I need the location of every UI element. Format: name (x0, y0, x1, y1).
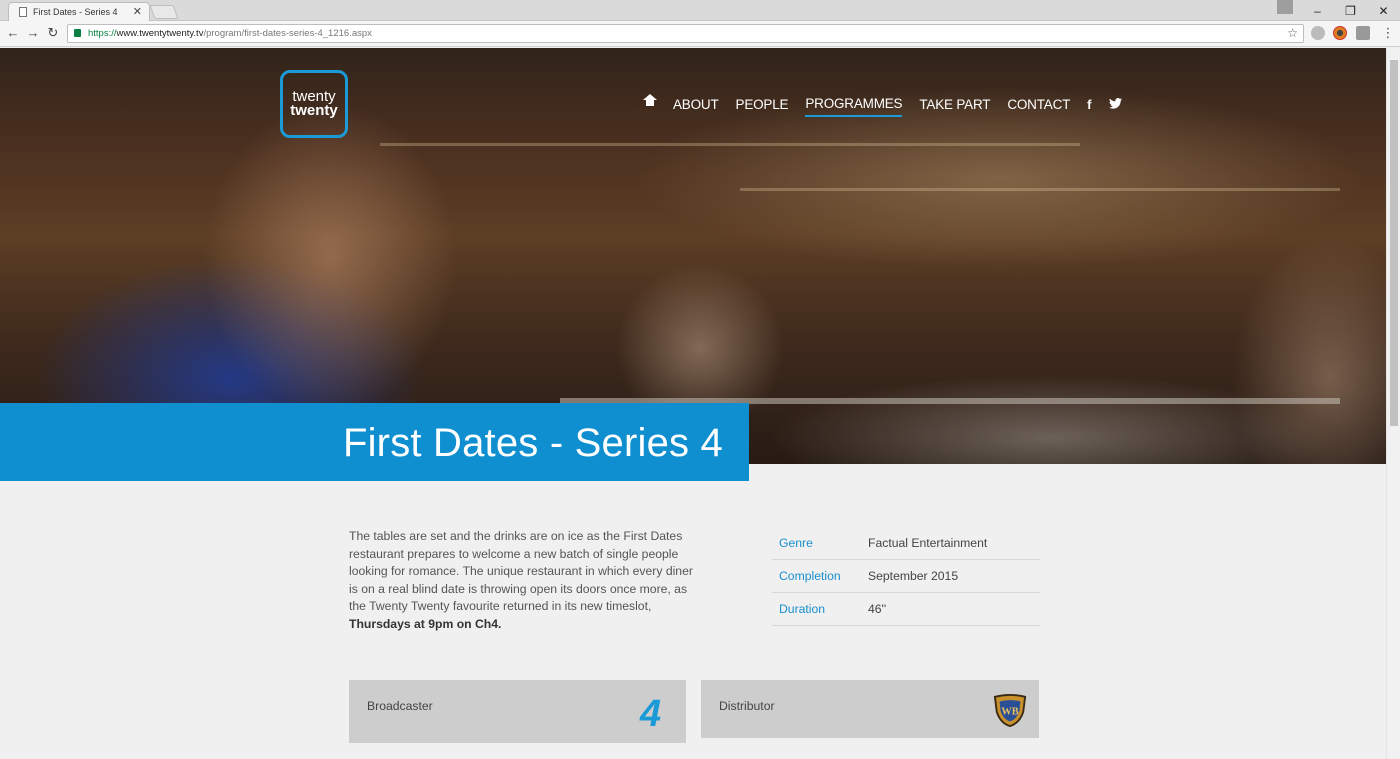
broadcaster-label: Broadcaster (367, 699, 433, 713)
page-icon (19, 7, 27, 17)
site-logo[interactable]: twenty twenty (280, 70, 348, 138)
bookmark-star-icon[interactable]: ☆ (1287, 26, 1298, 40)
main-nav: ABOUT PEOPLE PROGRAMMES TAKE PART CONTAC… (643, 93, 1139, 117)
detail-row-completion: Completion September 2015 (772, 560, 1040, 593)
nav-item-about[interactable]: ABOUT (673, 97, 719, 116)
menu-icon[interactable]: ⋮ (1380, 25, 1396, 41)
hero-image: twenty twenty ABOUT PEOPLE PROGRAMMES TA… (0, 48, 1386, 464)
detail-key: Duration (779, 602, 826, 616)
restore-icon[interactable]: ❐ (1334, 0, 1367, 21)
tab-title: First Dates - Series 4 (33, 7, 118, 17)
programme-synopsis: The tables are set and the drinks are on… (349, 528, 694, 633)
close-window-icon[interactable]: ✕ (1367, 0, 1400, 21)
forward-icon[interactable]: → (25, 25, 41, 40)
url-path: /program/first-dates-series-4_1216.aspx (203, 28, 372, 39)
twitter-icon[interactable] (1108, 97, 1122, 116)
synopsis-emphasis: Thursdays at 9pm on Ch4. (349, 616, 502, 631)
reload-icon[interactable]: ↻ (45, 25, 61, 41)
address-bar[interactable]: https://www.twentytwenty.tv/program/firs… (67, 24, 1304, 43)
nav-item-programmes[interactable]: PROGRAMMES (805, 96, 903, 117)
detail-row-genre: Genre Factual Entertainment (772, 527, 1040, 560)
programme-details: Genre Factual Entertainment Completion S… (772, 527, 1040, 626)
nav-item-contact[interactable]: CONTACT (1007, 97, 1070, 116)
web-page: twenty twenty ABOUT PEOPLE PROGRAMMES TA… (0, 48, 1386, 759)
extension-icon[interactable] (1311, 26, 1325, 40)
close-tab-icon[interactable]: ✕ (133, 5, 142, 18)
programme-title-banner: First Dates - Series 4 (0, 403, 749, 481)
logo-line-2: twenty (290, 102, 338, 119)
url-scheme: https:// (88, 28, 117, 39)
chrome-extension-icon[interactable] (1333, 26, 1347, 40)
broadcaster-card: Broadcaster 4 (349, 680, 686, 743)
distributor-card: Distributor WB (701, 680, 1039, 738)
detail-key: Genre (779, 536, 813, 550)
minimize-icon[interactable]: – (1301, 0, 1334, 21)
facebook-icon[interactable]: f (1087, 97, 1091, 116)
detail-row-duration: Duration 46'' (772, 593, 1040, 626)
back-icon[interactable]: ← (5, 25, 21, 40)
detail-value: Factual Entertainment (868, 536, 988, 550)
window-controls: – ❐ ✕ (1301, 0, 1400, 21)
home-icon[interactable] (643, 93, 657, 110)
browser-toolbar: ← → ↻ https://www.twentytwenty.tv/progra… (0, 21, 1400, 47)
page-title: First Dates - Series 4 (342, 421, 723, 465)
profile-icon[interactable] (1277, 0, 1293, 14)
warner-bros-logo[interactable]: WB (991, 693, 1029, 727)
new-tab-button[interactable] (149, 5, 179, 19)
browser-tab[interactable]: First Dates - Series 4 ✕ (8, 2, 150, 21)
browser-tab-bar: First Dates - Series 4 ✕ – ❐ ✕ (0, 0, 1400, 21)
nav-item-people[interactable]: PEOPLE (736, 97, 789, 116)
svg-text:WB: WB (1001, 707, 1018, 718)
page-scrollbar[interactable] (1386, 48, 1400, 759)
lock-icon (74, 29, 81, 37)
channel-4-logo[interactable]: 4 (640, 694, 672, 734)
camera-icon[interactable] (1356, 26, 1370, 40)
distributor-label: Distributor (719, 699, 775, 713)
url-host: www.twentytwenty.tv (116, 28, 204, 39)
synopsis-text: The tables are set and the drinks are on… (349, 529, 693, 613)
detail-key: Completion (779, 569, 841, 583)
detail-value: 46'' (868, 602, 887, 616)
scrollbar-thumb[interactable] (1390, 60, 1398, 426)
detail-value: September 2015 (868, 569, 959, 583)
nav-item-take-part[interactable]: TAKE PART (919, 97, 990, 116)
